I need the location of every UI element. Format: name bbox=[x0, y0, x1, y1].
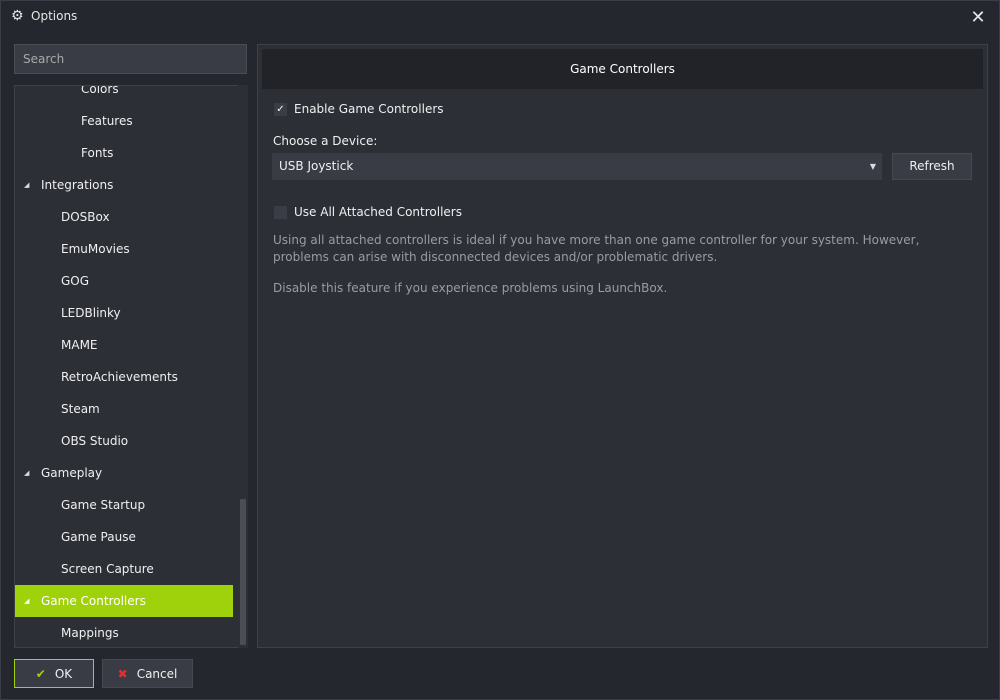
tree-item-game-controllers[interactable]: ◢ Game Controllers bbox=[15, 585, 233, 617]
use-all-controllers-label: Use All Attached Controllers bbox=[294, 205, 462, 219]
device-value: USB Joystick bbox=[279, 159, 354, 173]
use-all-controllers-checkbox[interactable] bbox=[274, 205, 287, 219]
tree-item-label: Screen Capture bbox=[61, 562, 154, 576]
checkmark-icon: ✔ bbox=[35, 666, 46, 681]
tree-item-retroachievements[interactable]: RetroAchievements bbox=[15, 361, 233, 393]
tree-item-label: Fonts bbox=[81, 146, 114, 160]
tree-item-emumovies[interactable]: EmuMovies bbox=[15, 233, 233, 265]
tree-item-game-startup[interactable]: Game Startup bbox=[15, 489, 233, 521]
tree-item-label: Features bbox=[81, 114, 133, 128]
tree-item-label: Mappings bbox=[61, 626, 119, 640]
search-input[interactable] bbox=[14, 44, 247, 74]
tree-item-mame[interactable]: MAME bbox=[15, 329, 233, 361]
expand-arrow-icon[interactable]: ◢ bbox=[24, 169, 29, 201]
options-tree: Colors Features Fonts ◢ Integrations DOSBox Em… bbox=[14, 85, 248, 648]
tree-item-label: Integrations bbox=[41, 178, 114, 192]
tree-item-steam[interactable]: Steam bbox=[15, 393, 233, 425]
x-icon: ✖ bbox=[117, 666, 128, 681]
cancel-label: Cancel bbox=[136, 666, 178, 681]
refresh-button[interactable]: Refresh bbox=[892, 153, 972, 180]
tree-item-gameplay[interactable]: ◢ Gameplay bbox=[15, 457, 233, 489]
tree-item-label: Colors bbox=[81, 85, 119, 96]
tree-item-label: Steam bbox=[61, 402, 100, 416]
tree-item-label: Game Controllers bbox=[41, 594, 146, 608]
tree-item-colors[interactable]: Colors bbox=[15, 85, 233, 105]
tree-item-label: RetroAchievements bbox=[61, 370, 178, 384]
expand-arrow-icon[interactable]: ◢ bbox=[24, 457, 29, 489]
disable-hint-text: Disable this feature if you experience p… bbox=[273, 281, 668, 295]
chevron-down-icon: ▼ bbox=[869, 162, 876, 171]
tree-item-label: EmuMovies bbox=[61, 242, 130, 256]
settings-panel: Game Controllers ✓ Enable Game Controlle… bbox=[257, 44, 988, 648]
cancel-button[interactable]: ✖ Cancel bbox=[102, 659, 193, 688]
scrollbar-thumb[interactable] bbox=[240, 499, 246, 645]
gear-icon: ⚙ bbox=[11, 8, 24, 24]
device-select[interactable]: USB Joystick ▼ bbox=[272, 153, 882, 180]
tree-item-integrations[interactable]: ◢ Integrations bbox=[15, 169, 233, 201]
tree-item-label: Game Startup bbox=[61, 498, 146, 512]
tree-item-label: LEDBlinky bbox=[61, 306, 121, 320]
description-text: Using all attached controllers is ideal … bbox=[273, 233, 920, 264]
tree-item-mappings[interactable]: Mappings bbox=[15, 617, 233, 647]
tree-item-screen-capture[interactable]: Screen Capture bbox=[15, 553, 233, 585]
enable-game-controllers-row[interactable]: ✓ Enable Game Controllers bbox=[274, 101, 444, 117]
enable-game-controllers-checkbox[interactable]: ✓ bbox=[274, 102, 287, 116]
close-icon: ✕ bbox=[970, 6, 986, 28]
tree-item-label: MAME bbox=[61, 338, 98, 352]
tree-item-obs-studio[interactable]: OBS Studio bbox=[15, 425, 233, 457]
expand-arrow-icon[interactable]: ◢ bbox=[24, 585, 29, 617]
checkmark-icon: ✓ bbox=[276, 103, 285, 115]
ok-label: OK bbox=[54, 666, 73, 681]
tree-item-label: Gameplay bbox=[41, 466, 103, 480]
tree-item-dosbox[interactable]: DOSBox bbox=[15, 201, 233, 233]
panel-header: Game Controllers bbox=[262, 49, 983, 89]
use-all-controllers-row[interactable]: Use All Attached Controllers bbox=[274, 204, 462, 220]
tree-item-label: DOSBox bbox=[61, 210, 110, 224]
window-title: Options bbox=[31, 9, 78, 23]
tree-item-label: OBS Studio bbox=[61, 434, 129, 448]
options-window: ⚙ Options ✕ Colors Features Fonts ◢ Integrat… bbox=[0, 0, 1000, 700]
tree-item-label: Game Pause bbox=[61, 530, 136, 544]
tree-item-fonts[interactable]: Fonts bbox=[15, 137, 233, 169]
enable-game-controllers-label: Enable Game Controllers bbox=[294, 102, 444, 116]
title-bar: ⚙ Options ✕ bbox=[1, 1, 999, 33]
tree-item-features[interactable]: Features bbox=[15, 105, 233, 137]
tree-item-gog[interactable]: GOG bbox=[15, 265, 233, 297]
close-button[interactable]: ✕ bbox=[963, 5, 993, 29]
tree-item-game-pause[interactable]: Game Pause bbox=[15, 521, 233, 553]
device-label: Choose a Device: bbox=[273, 134, 378, 148]
tree-item-label: GOG bbox=[61, 274, 90, 288]
tree-scrollbar[interactable] bbox=[238, 85, 248, 648]
tree-item-ledblinky[interactable]: LEDBlinky bbox=[15, 297, 233, 329]
ok-button[interactable]: ✔ OK bbox=[14, 659, 94, 688]
